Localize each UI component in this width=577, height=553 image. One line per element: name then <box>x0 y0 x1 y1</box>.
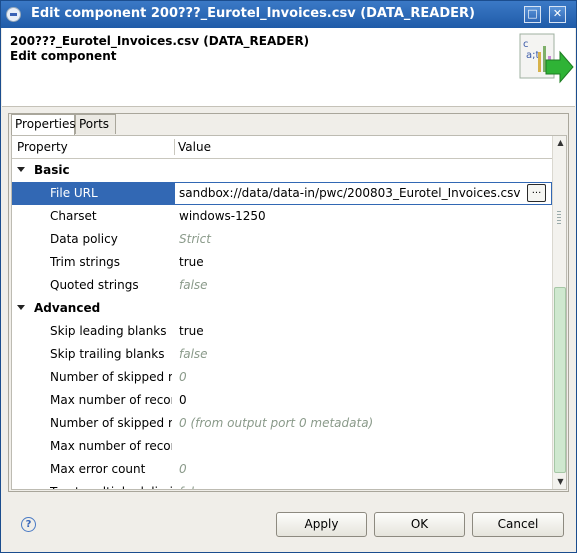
property-name: Max number of record <box>50 439 172 453</box>
property-row[interactable]: Trim strings true <box>12 251 552 274</box>
property-value[interactable]: false <box>179 485 208 489</box>
resize-grip-icon <box>557 211 561 225</box>
close-button[interactable]: ✕ <box>549 6 566 23</box>
property-value[interactable]: 0 <box>179 370 187 384</box>
property-name: Number of skipped re <box>50 416 172 430</box>
property-value[interactable]: Strict <box>179 232 211 246</box>
property-row[interactable]: Max number of record <box>12 435 552 458</box>
column-header-value[interactable]: Value <box>178 140 211 154</box>
category-label: Advanced <box>34 301 101 315</box>
property-value[interactable]: sandbox://data/data-in/pwc/200803_Eurote… <box>179 186 520 200</box>
property-row[interactable]: Treat multiple delimi false <box>12 481 552 489</box>
cancel-button[interactable]: Cancel <box>472 512 564 537</box>
ellipsis-edit-button[interactable]: ... <box>527 184 546 202</box>
property-value[interactable]: false <box>179 347 208 361</box>
tab-ports[interactable]: Ports <box>75 114 116 134</box>
category-row-advanced[interactable]: Advanced <box>12 297 552 320</box>
property-name: Max number of record <box>50 393 172 407</box>
property-row[interactable]: File URL sandbox://data/data-in/pwc/20080… <box>12 182 552 205</box>
property-row[interactable]: Skip leading blanks true <box>12 320 552 343</box>
property-name: Quoted strings <box>50 278 139 292</box>
svg-text:a;t: a;t <box>526 50 539 61</box>
maximize-button[interactable]: □ <box>524 6 541 23</box>
expand-arrow-icon[interactable] <box>17 305 25 310</box>
property-row[interactable]: Data policy Strict <box>12 228 552 251</box>
header-title: 200???_Eurotel_Invoices.csv (DATA_READER… <box>10 34 310 48</box>
apply-button[interactable]: Apply <box>276 512 367 537</box>
property-value[interactable]: false <box>179 278 208 292</box>
column-divider[interactable] <box>174 139 175 155</box>
title-bar[interactable]: Edit component 200???_Eurotel_Invoices.c… <box>1 1 576 28</box>
property-value[interactable]: 0 <box>179 393 187 407</box>
window-title: Edit component 200???_Eurotel_Invoices.c… <box>31 6 475 21</box>
ok-button[interactable]: OK <box>374 512 465 537</box>
property-row[interactable]: Quoted strings false <box>12 274 552 297</box>
property-value[interactable]: 0 <box>179 462 187 476</box>
property-name: Data policy <box>50 232 118 246</box>
tab-properties[interactable]: Properties <box>11 114 76 135</box>
property-row[interactable]: Skip trailing blanks false <box>12 343 552 366</box>
column-header-property[interactable]: Property <box>17 140 68 154</box>
scroll-down-arrow-icon[interactable]: ▼ <box>554 475 566 489</box>
property-name: Number of skipped re <box>50 370 172 384</box>
property-name: Skip leading blanks <box>50 324 167 338</box>
category-row-basic[interactable]: Basic <box>12 159 552 182</box>
property-row[interactable]: Max error count 0 <box>12 458 552 481</box>
property-name: Max error count <box>50 462 146 476</box>
property-value[interactable]: 0 (from output port 0 metadata) <box>179 416 373 430</box>
vertical-scrollbar[interactable]: ▲ ▼ <box>552 136 566 489</box>
property-name: File URL <box>50 186 98 200</box>
svg-text:c: c <box>523 39 529 50</box>
help-icon[interactable]: ? <box>21 517 36 532</box>
property-name: Skip trailing blanks <box>50 347 165 361</box>
app-icon <box>6 7 21 22</box>
property-value[interactable]: true <box>179 255 204 269</box>
property-name: Treat multiple delimi <box>50 485 172 489</box>
property-table: Property Value Basic File URL sandbox://da… <box>11 135 567 490</box>
property-row[interactable]: Number of skipped re 0 <box>12 366 552 389</box>
header-subtitle: Edit component <box>10 49 117 63</box>
dialog-header: 200???_Eurotel_Invoices.csv (DATA_READER… <box>2 28 575 107</box>
property-value[interactable]: true <box>179 324 204 338</box>
property-row[interactable]: Charset windows-1250 <box>12 205 552 228</box>
csv-reader-wizard-icon: c a;t <box>519 33 574 84</box>
property-name: Trim strings <box>50 255 121 269</box>
scrollbar-thumb[interactable] <box>554 287 566 473</box>
property-value[interactable]: windows-1250 <box>179 209 266 223</box>
property-row[interactable]: Number of skipped re 0 (from output port … <box>12 412 552 435</box>
scroll-up-arrow-icon[interactable]: ▲ <box>554 136 566 150</box>
expand-arrow-icon[interactable] <box>17 167 25 172</box>
table-header: Property Value <box>12 136 552 159</box>
category-label: Basic <box>34 163 70 177</box>
property-row[interactable]: Max number of record 0 <box>12 389 552 412</box>
property-name: Charset <box>50 209 97 223</box>
dialog-window: Edit component 200???_Eurotel_Invoices.c… <box>0 0 577 553</box>
